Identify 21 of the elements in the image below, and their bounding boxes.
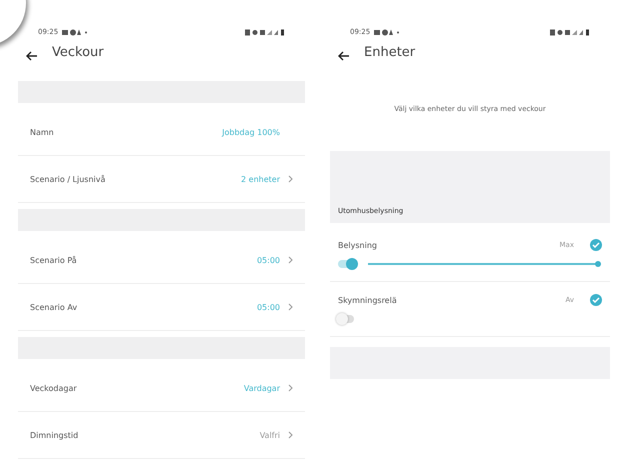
settings-row[interactable]: Scenario På 05:00 bbox=[18, 237, 305, 284]
notification-icons bbox=[374, 28, 400, 36]
settings-row[interactable]: Veckodagar Vardagar bbox=[18, 365, 305, 412]
checkbox[interactable] bbox=[590, 294, 602, 306]
settings-row[interactable]: Dimningstid Valfri bbox=[18, 412, 305, 459]
checkmark-icon bbox=[592, 297, 600, 303]
settings-row[interactable]: Namn Jobbdag 100% bbox=[18, 109, 305, 156]
device-name: Skymningsrelä bbox=[338, 296, 397, 304]
settings-row[interactable]: Scenario / Ljusnivå 2 enheter bbox=[18, 156, 305, 203]
device-name: Belysning bbox=[338, 240, 377, 250]
system-status-icons bbox=[245, 28, 285, 36]
settings-row[interactable]: Scenario Av 05:00 bbox=[18, 284, 305, 331]
back-arrow-icon[interactable] bbox=[338, 51, 350, 61]
system-status-icons bbox=[550, 28, 590, 36]
notification-icons bbox=[62, 28, 88, 36]
toggle-switch[interactable] bbox=[338, 315, 354, 323]
checkbox[interactable] bbox=[590, 239, 602, 251]
screen-title: Veckour bbox=[52, 44, 104, 60]
back-arrow-icon[interactable] bbox=[26, 51, 38, 61]
screen-title: Enheter bbox=[364, 44, 416, 60]
checkmark-icon bbox=[592, 242, 600, 248]
